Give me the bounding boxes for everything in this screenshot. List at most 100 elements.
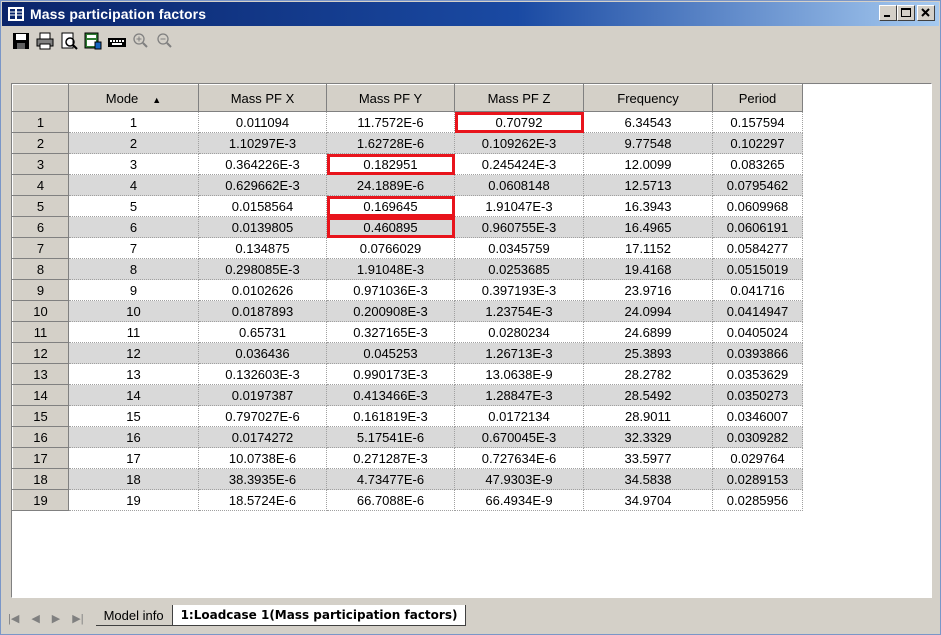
cell-mode[interactable]: 6 <box>68 216 199 238</box>
table-row[interactable]: 2 2 1.10297E-3 1.62728E-6 0.109262E-3 9.77548… <box>12 132 804 154</box>
cell-mass-pf-z[interactable]: 0.0345759 <box>454 237 584 259</box>
cell-mass-pf-x[interactable]: 0.0197387 <box>198 384 327 406</box>
cell-mass-pf-z[interactable]: 1.23754E-3 <box>454 300 584 322</box>
cell-period[interactable]: 0.083265 <box>712 153 803 175</box>
cell-mass-pf-y[interactable]: 0.045253 <box>326 342 455 364</box>
cell-mass-pf-y[interactable]: 24.1889E-6 <box>326 174 455 196</box>
cell-frequency[interactable]: 12.0099 <box>583 153 713 175</box>
cell-mass-pf-y[interactable]: 11.7572E-6 <box>326 111 455 133</box>
cell-frequency[interactable]: 23.9716 <box>583 279 713 301</box>
prev-tab-icon[interactable]: ◀ <box>31 612 39 625</box>
cell-mode[interactable]: 11 <box>68 321 199 343</box>
cell-mass-pf-y[interactable]: 0.0766029 <box>326 237 455 259</box>
row-header[interactable]: 12 <box>12 342 69 364</box>
table-row[interactable]: 6 6 0.0139805 0.460895 0.960755E-3 16.4965 0.0… <box>12 216 804 238</box>
row-header[interactable]: 19 <box>12 489 69 511</box>
cell-period[interactable]: 0.0795462 <box>712 174 803 196</box>
cell-mode[interactable]: 5 <box>68 195 199 217</box>
row-header[interactable]: 13 <box>12 363 69 385</box>
table-row[interactable]: 1 1 0.011094 11.7572E-6 0.70792 6.34543 0.1575… <box>12 111 804 133</box>
cell-mode[interactable]: 4 <box>68 174 199 196</box>
row-header[interactable]: 8 <box>12 258 69 280</box>
row-header[interactable]: 1 <box>12 111 69 133</box>
table-row[interactable]: 18 18 38.3935E-6 4.73477E-6 47.9303E-9 34.583… <box>12 468 804 490</box>
table-row[interactable]: 4 4 0.629662E-3 24.1889E-6 0.0608148 12.5713 0… <box>12 174 804 196</box>
cell-mode[interactable]: 14 <box>68 384 199 406</box>
cell-frequency[interactable]: 9.77548 <box>583 132 713 154</box>
row-header[interactable]: 2 <box>12 132 69 154</box>
cell-mode[interactable]: 1 <box>68 111 199 133</box>
cell-period[interactable]: 0.0393866 <box>712 342 803 364</box>
cell-mass-pf-x[interactable]: 0.134875 <box>198 237 327 259</box>
first-tab-icon[interactable]: |◀ <box>8 612 19 625</box>
cell-period[interactable]: 0.102297 <box>712 132 803 154</box>
cell-mode[interactable]: 17 <box>68 447 199 469</box>
cell-mass-pf-y[interactable]: 0.990173E-3 <box>326 363 455 385</box>
cell-period[interactable]: 0.0414947 <box>712 300 803 322</box>
cell-period[interactable]: 0.0309282 <box>712 426 803 448</box>
cell-mass-pf-x[interactable]: 0.0102626 <box>198 279 327 301</box>
column-header-mass-pf-y[interactable]: Mass PF Y <box>326 84 455 112</box>
cell-mass-pf-z[interactable]: 47.9303E-9 <box>454 468 584 490</box>
cell-mass-pf-x[interactable]: 0.036436 <box>198 342 327 364</box>
cell-period[interactable]: 0.041716 <box>712 279 803 301</box>
cell-mass-pf-x[interactable]: 1.10297E-3 <box>198 132 327 154</box>
row-header[interactable]: 16 <box>12 426 69 448</box>
cell-mode[interactable]: 16 <box>68 426 199 448</box>
minimize-button[interactable] <box>879 5 897 21</box>
cell-mass-pf-z[interactable]: 0.727634E-6 <box>454 447 584 469</box>
tab-model-info[interactable]: Model info <box>95 605 172 626</box>
cell-frequency[interactable]: 24.6899 <box>583 321 713 343</box>
cell-mass-pf-x[interactable]: 0.0158564 <box>198 195 327 217</box>
row-header[interactable]: 6 <box>12 216 69 238</box>
row-header[interactable]: 3 <box>12 153 69 175</box>
cell-frequency[interactable]: 32.3329 <box>583 426 713 448</box>
cell-mass-pf-z[interactable]: 0.670045E-3 <box>454 426 584 448</box>
cell-mode[interactable]: 18 <box>68 468 199 490</box>
column-header-period[interactable]: Period <box>712 84 803 112</box>
cell-frequency[interactable]: 34.5838 <box>583 468 713 490</box>
row-header[interactable]: 10 <box>12 300 69 322</box>
row-header[interactable]: 4 <box>12 174 69 196</box>
maximize-button[interactable] <box>897 5 915 21</box>
cell-frequency[interactable]: 28.2782 <box>583 363 713 385</box>
cell-mode[interactable]: 8 <box>68 258 199 280</box>
cell-mass-pf-y[interactable]: 0.271287E-3 <box>326 447 455 469</box>
cell-frequency[interactable]: 16.4965 <box>583 216 713 238</box>
column-header-mode[interactable]: Mode ▲ <box>68 84 199 112</box>
cell-mass-pf-z[interactable]: 0.0253685 <box>454 258 584 280</box>
table-row[interactable]: 5 5 0.0158564 0.169645 1.91047E-3 16.3943 0.06… <box>12 195 804 217</box>
table-row[interactable]: 15 15 0.797027E-6 0.161819E-3 0.0172134 28.90… <box>12 405 804 427</box>
cell-mode[interactable]: 12 <box>68 342 199 364</box>
cell-frequency[interactable]: 12.5713 <box>583 174 713 196</box>
table-row[interactable]: 14 14 0.0197387 0.413466E-3 1.28847E-3 28.549… <box>12 384 804 406</box>
cell-mass-pf-y[interactable]: 0.169645 <box>326 195 455 217</box>
column-header-mass-pf-z[interactable]: Mass PF Z <box>454 84 584 112</box>
cell-mass-pf-z[interactable]: 1.26713E-3 <box>454 342 584 364</box>
cell-mass-pf-x[interactable]: 0.797027E-6 <box>198 405 327 427</box>
print-preview-button[interactable] <box>58 30 80 52</box>
cell-frequency[interactable]: 16.3943 <box>583 195 713 217</box>
table-row[interactable]: 16 16 0.0174272 5.17541E-6 0.670045E-3 32.332… <box>12 426 804 448</box>
cell-mass-pf-x[interactable]: 0.0139805 <box>198 216 327 238</box>
cell-frequency[interactable]: 6.34543 <box>583 111 713 133</box>
cell-mode[interactable]: 3 <box>68 153 199 175</box>
cell-mode[interactable]: 13 <box>68 363 199 385</box>
cell-mass-pf-x[interactable]: 0.0187893 <box>198 300 327 322</box>
cell-mass-pf-x[interactable]: 38.3935E-6 <box>198 468 327 490</box>
cell-mass-pf-y[interactable]: 1.62728E-6 <box>326 132 455 154</box>
cell-mass-pf-z[interactable]: 0.397193E-3 <box>454 279 584 301</box>
cell-period[interactable]: 0.0515019 <box>712 258 803 280</box>
cell-mass-pf-z[interactable]: 1.91047E-3 <box>454 195 584 217</box>
cell-mode[interactable]: 9 <box>68 279 199 301</box>
table-row[interactable]: 8 8 0.298085E-3 1.91048E-3 0.0253685 19.4168 0… <box>12 258 804 280</box>
cell-mass-pf-z[interactable]: 66.4934E-9 <box>454 489 584 511</box>
cell-period[interactable]: 0.0285956 <box>712 489 803 511</box>
row-header[interactable]: 17 <box>12 447 69 469</box>
next-tab-icon[interactable]: ▶ <box>52 612 60 625</box>
cell-mass-pf-x[interactable]: 0.629662E-3 <box>198 174 327 196</box>
cell-mass-pf-x[interactable]: 0.298085E-3 <box>198 258 327 280</box>
cell-period[interactable]: 0.0584277 <box>712 237 803 259</box>
cell-mass-pf-z[interactable]: 0.0280234 <box>454 321 584 343</box>
cell-mode[interactable]: 10 <box>68 300 199 322</box>
